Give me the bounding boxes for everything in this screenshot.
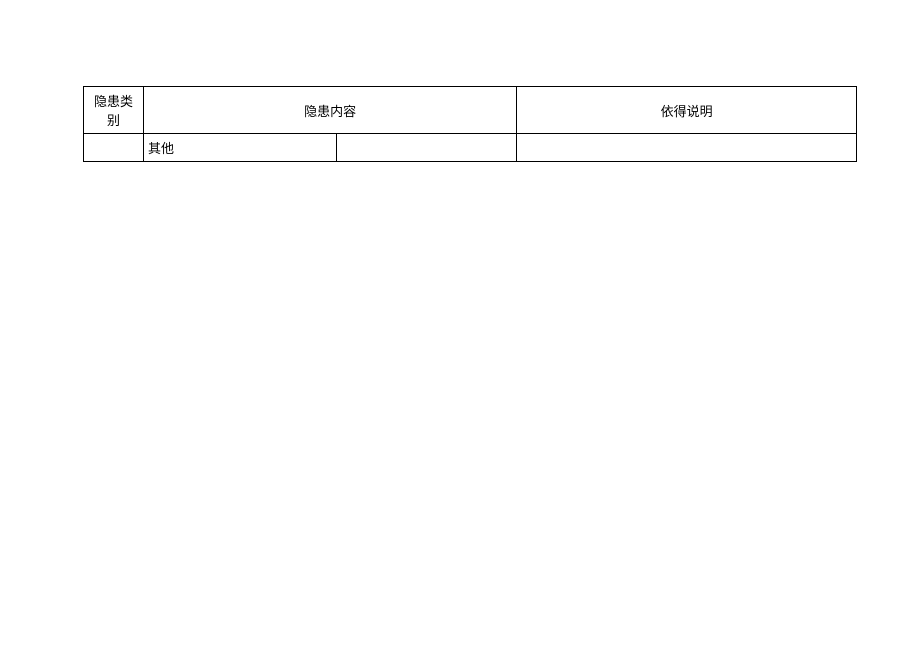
header-content: 隐患内容 — [144, 87, 517, 134]
row-cell-content — [337, 134, 517, 162]
row-cell-description — [517, 134, 857, 162]
header-description: 依得说明 — [517, 87, 857, 134]
header-category: 隐患类别 — [84, 87, 144, 134]
row-cell-sub: 其他 — [144, 134, 337, 162]
hazard-table: 隐患类别 隐患内容 依得说明 其他 — [83, 86, 857, 162]
row-cell-empty — [84, 134, 144, 162]
table-row: 其他 — [84, 134, 857, 162]
table-header-row: 隐患类别 隐患内容 依得说明 — [84, 87, 857, 134]
document-table: 隐患类别 隐患内容 依得说明 其他 — [83, 86, 857, 162]
